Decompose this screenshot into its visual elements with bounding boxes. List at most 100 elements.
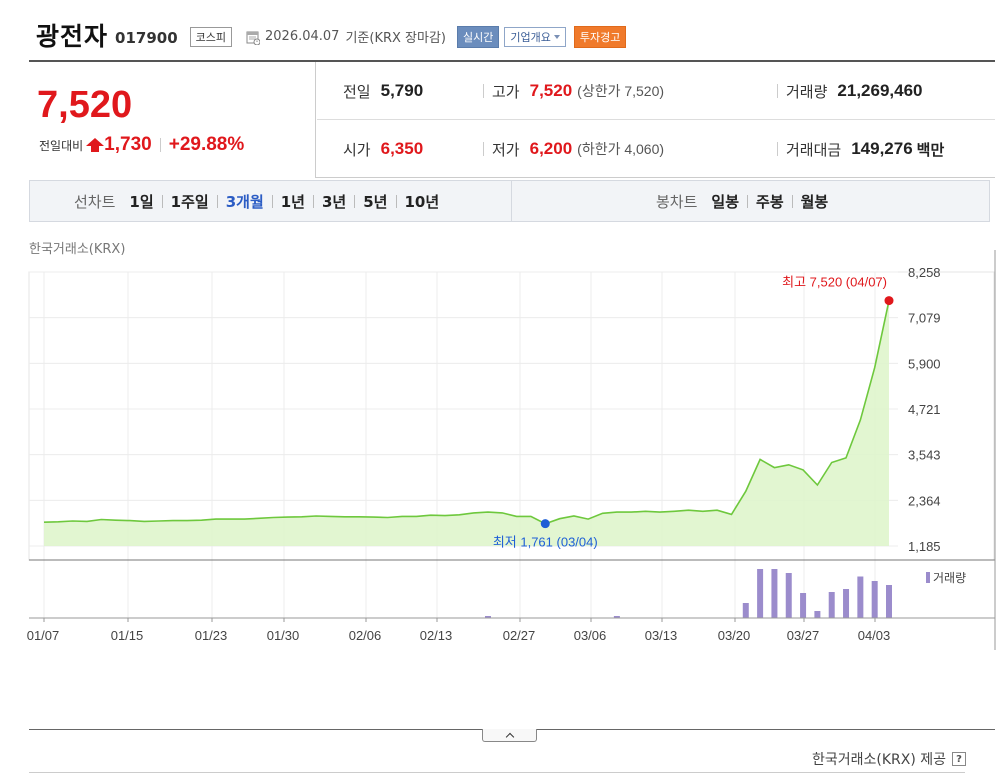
tab-candle-2[interactable]: 월봉 [801, 191, 829, 212]
open-value: 6,350 [380, 139, 424, 158]
upper-limit: (상한가 7,520) [577, 83, 665, 99]
x-tick-label: 01/15 [111, 628, 144, 643]
tab-divider [161, 194, 163, 208]
stock-code: 017900 [115, 28, 178, 47]
y-tick-label: 5,900 [908, 356, 941, 371]
trade-value-unit: 백만 [916, 141, 945, 159]
high-label: 고가 [492, 83, 520, 101]
x-tick-label: 03/06 [574, 628, 607, 643]
x-tick-label: 02/13 [420, 628, 453, 643]
low-label: 저가 [492, 141, 520, 159]
tab-divider [395, 194, 397, 208]
volume-bar [742, 603, 749, 618]
tab-line-0[interactable]: 1일 [129, 191, 153, 212]
prev-close-value: 5,790 [380, 81, 424, 100]
collapse-chart-button[interactable] [482, 729, 537, 742]
quote-date-note: 기준(KRX 장마감) [345, 31, 446, 46]
x-tick-label: 01/30 [267, 628, 300, 643]
low-value: 6,200 [529, 139, 573, 158]
volume-bar [871, 581, 878, 618]
line-chart-tabs: 선차트 1일 1주일 3개월 1년 3년 5년 10년 [30, 181, 512, 221]
quote-date: 2026.04.07 [265, 29, 340, 44]
volume-bar [828, 592, 835, 618]
volume-legend-label: 거래량 [933, 571, 966, 585]
tab-divider [747, 194, 749, 208]
min-point [540, 519, 550, 529]
trade-value: 149,276 [851, 139, 913, 158]
candle-chart-title: 봉차트 [656, 192, 698, 211]
volume-bar [857, 576, 864, 618]
tab-line-3[interactable]: 1년 [281, 191, 305, 212]
quote-grid: 전일 5,790 고가 7,520 (상한가 7,520) 거래량 21,269… [317, 62, 995, 178]
calendar-icon [246, 30, 261, 45]
stock-header: 광전자 017900 코스피 2026.04.07 기준(KRX 장마감) 실시… [36, 18, 627, 52]
y-tick-label: 7,079 [908, 311, 941, 326]
x-tick-label: 03/13 [645, 628, 678, 643]
y-tick-label: 3,543 [908, 448, 941, 463]
investment-warning-badge[interactable]: 투자경고 [573, 25, 627, 48]
current-price: 7,520 [37, 84, 133, 126]
provider-label: 한국거래소(KRX) 제공 [811, 752, 946, 768]
tab-line-6[interactable]: 10년 [405, 191, 440, 212]
tab-divider [791, 194, 793, 208]
y-tick-label: 8,258 [908, 265, 941, 280]
change-percent: +29.88% [168, 134, 245, 155]
tab-line-5[interactable]: 5년 [363, 191, 387, 212]
tab-candle-0[interactable]: 일봉 [711, 191, 739, 212]
prev-close-cell: 전일 5,790 [343, 62, 423, 120]
x-tick-label: 01/07 [27, 628, 60, 643]
volume-bar [757, 569, 764, 618]
help-icon[interactable]: ? [952, 752, 966, 766]
y-tick-label: 1,185 [908, 539, 941, 554]
realtime-button[interactable]: 실시간 [457, 25, 500, 48]
volume-label: 거래량 [786, 83, 828, 101]
volume-legend-swatch [926, 572, 930, 583]
x-tick-label: 01/23 [195, 628, 228, 643]
high-cell: 고가 7,520 (상한가 7,520) [483, 62, 664, 120]
tab-line-2[interactable]: 3개월 [226, 191, 264, 212]
tab-divider [354, 194, 356, 208]
line-chart-title: 선차트 [74, 192, 116, 211]
market-badge: 코스피 [189, 26, 233, 47]
up-arrow-icon [86, 138, 105, 152]
change-row: 전일대비 1,730 +29.88% [39, 134, 244, 156]
volume-bar [886, 585, 892, 618]
high-value: 7,520 [529, 81, 573, 100]
data-provider: 한국거래소(KRX) 제공 ? [812, 749, 966, 769]
tab-line-4[interactable]: 3년 [322, 191, 346, 212]
tab-divider [216, 194, 218, 208]
x-tick-label: 02/27 [503, 628, 536, 643]
low-cell: 저가 6,200 (하한가 4,060) [483, 120, 664, 178]
volume-bar [843, 589, 850, 618]
divider [777, 84, 778, 98]
change-label: 전일대비 [39, 138, 84, 153]
min-annotation: 최저 1,761 (03/04) [493, 535, 598, 550]
tab-line-1[interactable]: 1주일 [171, 191, 209, 212]
trade-value-cell: 거래대금 149,276 백만 [777, 120, 944, 178]
lower-limit: (하한가 4,060) [577, 141, 665, 157]
current-price-box: 7,520 전일대비 1,730 +29.88% [29, 62, 316, 178]
max-annotation: 최고 7,520 (04/07) [782, 275, 887, 290]
quote-row: 시가 6,350 저가 6,200 (하한가 4,060) 거래대금 149,2… [317, 120, 995, 178]
divider [483, 142, 484, 156]
x-tick-label: 02/06 [349, 628, 382, 643]
price-area [44, 300, 889, 546]
volume-value: 21,269,460 [837, 81, 923, 100]
volume-bar [771, 569, 778, 618]
volume-bar [785, 573, 792, 618]
candle-chart-tabs: 봉차트 일봉 주봉 월봉 [513, 181, 989, 221]
footer-divider [29, 772, 965, 773]
divider [777, 142, 778, 156]
stock-name: 광전자 [36, 22, 109, 51]
y-tick-label: 2,364 [908, 493, 941, 508]
max-point [884, 296, 894, 306]
quote-row: 전일 5,790 고가 7,520 (상한가 7,520) 거래량 21,269… [317, 62, 995, 120]
tab-candle-1[interactable]: 주봉 [756, 191, 784, 212]
tab-divider [313, 194, 314, 208]
open-cell: 시가 6,350 [343, 120, 423, 178]
trade-value-label: 거래대금 [786, 141, 842, 159]
chevron-up-icon [505, 732, 514, 741]
volume-cell: 거래량 21,269,460 [777, 62, 923, 120]
company-overview-dropdown[interactable]: 기업개요 [504, 26, 566, 47]
tab-divider [271, 194, 273, 208]
